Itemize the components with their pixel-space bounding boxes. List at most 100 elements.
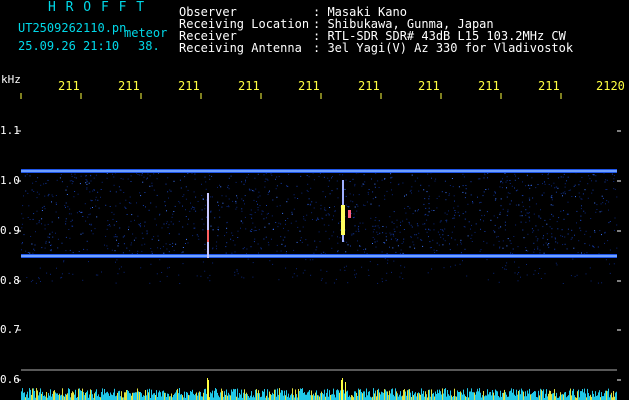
noise-pixel — [543, 235, 544, 237]
noise-pixel — [85, 220, 87, 222]
level-bar — [50, 389, 51, 400]
noise-pixel — [373, 229, 375, 230]
noise-pixel — [96, 216, 98, 218]
noise-pixel — [591, 180, 592, 182]
noise-pixel — [358, 225, 360, 227]
noise-pixel — [236, 195, 238, 197]
noise-pixel — [43, 183, 45, 185]
noise-pixel — [372, 225, 374, 227]
level-bar — [146, 395, 147, 400]
noise-pixel — [310, 203, 312, 205]
noise-pixel — [404, 195, 405, 197]
noise-pixel — [255, 230, 257, 231]
noise-pixel — [609, 249, 611, 251]
level-bar — [478, 391, 479, 400]
level-bar — [109, 395, 110, 400]
noise-pixel — [65, 218, 67, 220]
noise-pixel — [237, 273, 239, 275]
noise-pixel — [562, 283, 564, 284]
noise-pixel — [210, 225, 212, 227]
level-bar — [205, 388, 206, 400]
noise-pixel — [500, 205, 502, 207]
noise-pixel — [49, 249, 51, 251]
noise-pixel — [248, 174, 249, 175]
level-bar — [472, 392, 473, 400]
noise-pixel — [118, 186, 120, 188]
noise-pixel — [322, 218, 324, 220]
noise-pixel — [417, 225, 419, 227]
noise-pixel — [346, 241, 348, 243]
noise-pixel — [296, 268, 297, 270]
noise-pixel — [339, 174, 341, 176]
noise-pixel — [606, 200, 608, 202]
level-bar — [311, 390, 312, 400]
noise-pixel — [306, 175, 308, 176]
noise-pixel — [323, 251, 325, 253]
level-bar — [519, 389, 520, 400]
level-bar — [615, 392, 616, 400]
noise-pixel — [107, 248, 109, 250]
noise-pixel — [525, 209, 527, 211]
noise-pixel — [442, 230, 444, 232]
noise-pixel — [432, 239, 434, 241]
noise-pixel — [511, 185, 513, 187]
noise-pixel — [562, 176, 564, 178]
noise-pixel — [21, 249, 22, 251]
level-bar — [464, 394, 465, 400]
noise-pixel — [393, 228, 395, 230]
noise-pixel — [252, 190, 254, 192]
noise-pixel — [498, 240, 500, 242]
noise-pixel — [185, 216, 187, 217]
noise-pixel — [68, 213, 70, 215]
noise-pixel — [204, 208, 206, 210]
level-bar — [584, 388, 585, 400]
noise-pixel — [141, 174, 143, 176]
noise-pixel — [488, 188, 489, 190]
noise-pixel — [480, 228, 481, 230]
noise-pixel — [142, 205, 144, 206]
noise-pixel — [446, 221, 448, 223]
level-bar — [292, 388, 293, 400]
noise-pixel — [613, 188, 615, 190]
level-bar — [459, 392, 460, 400]
noise-pixel — [518, 266, 520, 268]
noise-pixel — [446, 213, 448, 215]
level-bar — [393, 394, 394, 400]
level-bar — [61, 394, 62, 400]
noise-pixel — [378, 187, 380, 188]
noise-pixel — [571, 196, 573, 197]
level-bar — [31, 394, 32, 400]
noise-pixel — [71, 219, 73, 221]
level-bar — [491, 395, 492, 400]
noise-pixel — [331, 177, 332, 179]
noise-pixel — [596, 209, 598, 210]
noise-pixel — [408, 223, 410, 225]
noise-pixel — [399, 231, 401, 233]
level-bar — [520, 394, 521, 400]
noise-pixel — [318, 219, 320, 220]
noise-pixel — [241, 276, 243, 278]
noise-pixel — [471, 224, 472, 226]
level-bar — [461, 392, 462, 400]
time-tick-label: 211 — [178, 79, 200, 93]
level-bar — [403, 390, 404, 400]
noise-pixel — [384, 178, 386, 180]
noise-pixel — [266, 178, 268, 180]
noise-pixel — [254, 177, 256, 179]
noise-pixel — [49, 233, 51, 235]
noise-pixel — [44, 228, 46, 230]
noise-pixel — [86, 249, 88, 251]
noise-pixel — [313, 207, 315, 209]
level-bar — [51, 396, 52, 400]
noise-pixel — [539, 249, 541, 251]
level-bar — [291, 393, 292, 400]
noise-pixel — [352, 178, 354, 180]
noise-pixel — [525, 221, 527, 223]
level-bar — [453, 396, 454, 400]
level-bar — [152, 394, 153, 400]
noise-pixel — [352, 217, 354, 219]
noise-pixel — [329, 193, 331, 195]
noise-pixel — [605, 189, 607, 190]
noise-pixel — [112, 218, 114, 220]
noise-pixel — [242, 248, 244, 250]
